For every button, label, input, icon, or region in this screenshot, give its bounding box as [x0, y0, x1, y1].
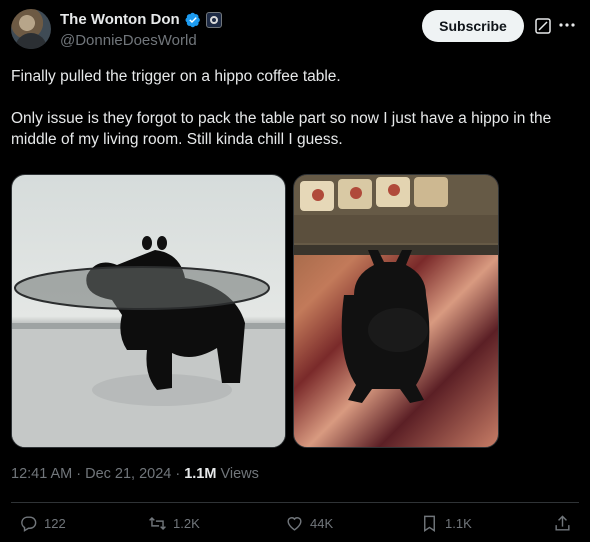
- tweet-paragraph: Finally pulled the trigger on a hippo co…: [11, 68, 341, 85]
- action-bar: 122 1.2K 44K 1.1K: [0, 514, 590, 536]
- avatar[interactable]: [11, 9, 51, 49]
- meta-separator: ·: [76, 466, 82, 482]
- tweet-text: Finally pulled the trigger on a hippo co…: [11, 66, 581, 171]
- tweet-card: The Wonton Don @DonnieDoesWorld Subscrib…: [0, 0, 590, 542]
- like-button[interactable]: 44K: [285, 514, 333, 533]
- meta-separator: ·: [175, 466, 181, 482]
- affiliate-badge-icon[interactable]: [205, 11, 222, 28]
- divider: [11, 502, 579, 503]
- tweet-paragraph: Only issue is they forgot to pack the ta…: [11, 110, 552, 148]
- views-count: 1.1M: [184, 466, 217, 482]
- tweet-date[interactable]: Dec 21, 2024: [85, 466, 171, 482]
- reply-icon: [21, 516, 37, 532]
- more-icon[interactable]: [558, 16, 576, 34]
- repost-button[interactable]: 1.2K: [148, 514, 200, 533]
- bookmark-icon: [424, 515, 435, 532]
- verified-check-icon: [185, 12, 200, 27]
- photo-hippo-on-rug[interactable]: [293, 174, 499, 448]
- photo-hippo-with-glass-table[interactable]: [11, 174, 286, 448]
- author-handle[interactable]: @DonnieDoesWorld: [60, 32, 197, 49]
- reply-count: 122: [44, 516, 66, 531]
- grok-icon[interactable]: [535, 18, 551, 34]
- tweet-time[interactable]: 12:41 AM: [11, 466, 72, 482]
- media-grid: [11, 174, 579, 450]
- author-name-row: The Wonton Don: [60, 11, 222, 28]
- like-count: 44K: [310, 516, 334, 531]
- views-label: Views: [220, 466, 259, 482]
- tweet-meta: 12:41 AM · Dec 21, 2024 · 1.1M Views: [11, 466, 259, 482]
- bookmark-count: 1.1K: [445, 516, 472, 531]
- subscribe-button[interactable]: Subscribe: [422, 10, 524, 42]
- heart-icon: [287, 517, 302, 531]
- repost-icon: [149, 516, 166, 531]
- bookmark-button[interactable]: 1.1K: [420, 514, 472, 533]
- repost-count: 1.2K: [173, 516, 200, 531]
- author-display-name[interactable]: The Wonton Don: [60, 11, 180, 28]
- share-icon: [555, 515, 570, 531]
- reply-button[interactable]: 122: [19, 514, 66, 533]
- share-button[interactable]: [553, 514, 572, 533]
